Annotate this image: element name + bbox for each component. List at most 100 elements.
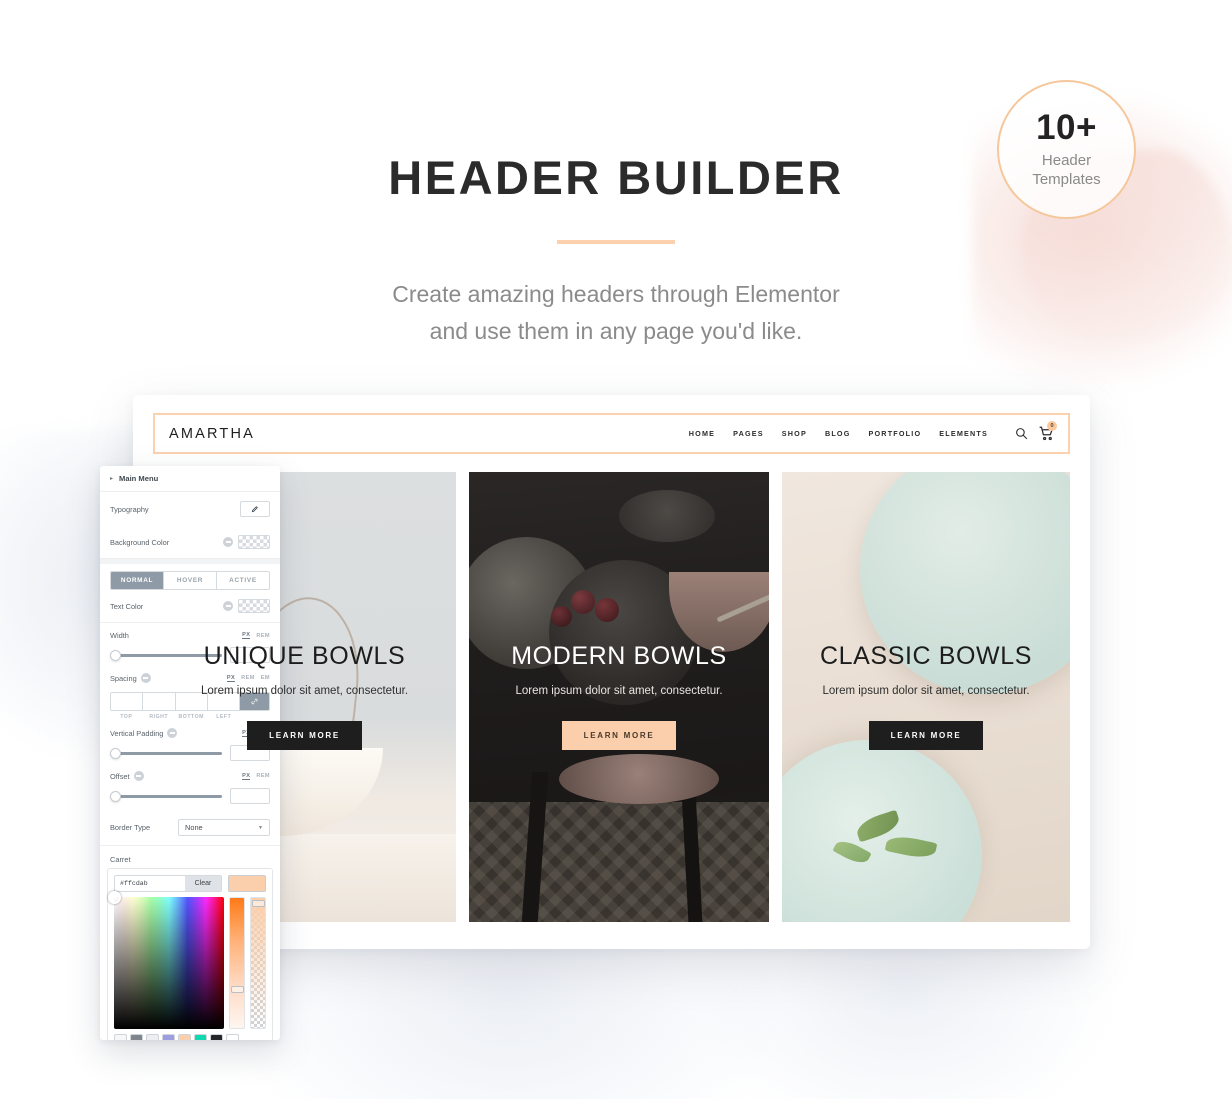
text-color-control-row: Text Color bbox=[100, 590, 280, 623]
cart-icon[interactable]: 0 bbox=[1039, 421, 1057, 441]
background-color-controls bbox=[223, 535, 270, 549]
title-divider bbox=[557, 240, 675, 244]
slide-modern-bowls[interactable]: MODERN BOWLS Lorem ipsum dolor sit amet,… bbox=[469, 472, 769, 922]
slide-1-subtitle: Lorem ipsum dolor sit amet, consectetur. bbox=[200, 685, 409, 697]
nav-item-portfolio[interactable]: PORTFOLIO bbox=[869, 429, 922, 438]
template-count-badge: 10+ Header Templates bbox=[997, 80, 1136, 219]
width-unit-px[interactable]: PX bbox=[242, 632, 251, 639]
preset-swatch-5[interactable] bbox=[178, 1034, 191, 1040]
color-picker-top-row: #ffcdab Clear bbox=[114, 875, 266, 892]
hex-input[interactable]: #ffcdab bbox=[115, 876, 185, 891]
preset-swatch-6[interactable] bbox=[194, 1034, 207, 1040]
tab-normal[interactable]: NORMAL bbox=[111, 572, 163, 589]
typography-edit-button[interactable] bbox=[240, 501, 270, 517]
saturation-cursor[interactable] bbox=[108, 891, 121, 904]
slide-2-title: MODERN BOWLS bbox=[511, 642, 727, 670]
text-color-reset-icon[interactable] bbox=[223, 601, 233, 611]
slide-2-subtitle: Lorem ipsum dolor sit amet, consectetur. bbox=[515, 685, 723, 697]
nav-item-blog[interactable]: BLOG bbox=[825, 429, 851, 438]
width-control-header: Width PX REM bbox=[110, 631, 270, 640]
slide-classic-bowls[interactable]: CLASSIC BOWLS Lorem ipsum dolor sit amet… bbox=[782, 472, 1070, 922]
preset-swatch-7[interactable] bbox=[210, 1034, 223, 1040]
hero-subtitle-line-2: and use them in any page you'd like. bbox=[429, 318, 803, 345]
color-picker: #ffcdab Clear bbox=[107, 868, 273, 1040]
badge-count: 10+ bbox=[1036, 107, 1097, 147]
tab-hover[interactable]: HOVER bbox=[163, 572, 216, 589]
vertical-padding-slider[interactable] bbox=[110, 747, 222, 759]
search-icon[interactable] bbox=[1015, 427, 1028, 440]
background-color-label: Background Color bbox=[110, 537, 170, 547]
slide-3-title: CLASSIC BOWLS bbox=[819, 642, 1033, 670]
slide-3-cta-button[interactable]: LEARN MORE bbox=[868, 721, 984, 750]
panel-section-header[interactable]: ▸ Main Menu bbox=[100, 466, 280, 492]
slide-2-cta-button[interactable]: LEARN MORE bbox=[561, 721, 677, 750]
typography-control-row: Typography bbox=[100, 492, 280, 526]
page-root: HEADER BUILDER Create amazing headers th… bbox=[0, 0, 1232, 1099]
offset-units: PX REM bbox=[242, 773, 270, 780]
spacing-label-top: TOP bbox=[120, 714, 133, 720]
border-type-select[interactable]: None ▼ bbox=[178, 819, 270, 836]
spacing-label-text: Spacing bbox=[110, 673, 137, 683]
offset-slider-knob[interactable] bbox=[110, 790, 121, 802]
hue-slider[interactable] bbox=[229, 897, 245, 1029]
slide-2-berry-3 bbox=[551, 606, 572, 627]
slide-2-berry-2 bbox=[595, 598, 619, 622]
slide-3-caption: CLASSIC BOWLS Lorem ipsum dolor sit amet… bbox=[782, 642, 1070, 750]
offset-value-input[interactable] bbox=[230, 788, 270, 804]
border-type-control-row: Border Type None ▼ bbox=[100, 810, 280, 846]
hex-field-group: #ffcdab Clear bbox=[114, 875, 222, 892]
background-color-swatch[interactable] bbox=[238, 535, 270, 549]
spacing-input-top[interactable] bbox=[111, 693, 143, 710]
background-color-reset-icon[interactable] bbox=[223, 537, 233, 547]
width-unit-rem[interactable]: REM bbox=[256, 633, 270, 639]
width-slider-knob[interactable] bbox=[110, 649, 121, 661]
offset-label-text: Offset bbox=[110, 771, 130, 781]
offset-reset-icon[interactable] bbox=[133, 771, 144, 781]
slide-1-caption: UNIQUE BOWLS Lorem ipsum dolor sit amet,… bbox=[153, 642, 456, 750]
width-units: PX REM bbox=[242, 632, 270, 639]
vertical-padding-slider-knob[interactable] bbox=[110, 747, 121, 759]
offset-unit-rem[interactable]: REM bbox=[256, 773, 270, 779]
background-color-control-row: Background Color bbox=[100, 526, 280, 559]
preset-swatch-2[interactable] bbox=[130, 1034, 143, 1040]
width-label: Width bbox=[110, 631, 129, 640]
preset-swatch-3[interactable] bbox=[146, 1034, 159, 1040]
border-type-label: Border Type bbox=[110, 823, 151, 832]
preset-swatch-4[interactable] bbox=[162, 1034, 175, 1040]
clear-color-button[interactable]: Clear bbox=[185, 876, 221, 891]
panel-section-title: Main Menu bbox=[119, 474, 159, 483]
main-navigation: HOME PAGES SHOP BLOG PORTFOLIO ELEMENTS bbox=[689, 421, 1057, 441]
preset-swatch-1[interactable] bbox=[114, 1034, 127, 1040]
text-color-swatch[interactable] bbox=[238, 599, 270, 613]
chevron-down-icon: ▼ bbox=[258, 824, 263, 831]
preset-swatch-8[interactable] bbox=[226, 1034, 239, 1040]
badge-label-line-2: Templates bbox=[1032, 170, 1101, 188]
spacing-label: Spacing bbox=[110, 673, 151, 683]
carret-section-header: Carret bbox=[100, 846, 280, 868]
site-logo[interactable]: AMARTHA bbox=[169, 426, 255, 442]
panel-state-section: NORMAL HOVER ACTIVE Text Color Width PX … bbox=[100, 559, 280, 1040]
badge-label-line-1: Header bbox=[1041, 151, 1092, 169]
nav-item-pages[interactable]: PAGES bbox=[733, 429, 764, 438]
slide-1-cta-button[interactable]: LEARN MORE bbox=[247, 721, 362, 750]
hue-slider-knob[interactable] bbox=[231, 986, 244, 993]
spacing-reset-icon[interactable] bbox=[140, 673, 151, 683]
slider-area: UNIQUE BOWLS Lorem ipsum dolor sit amet,… bbox=[153, 472, 1070, 922]
nav-item-elements[interactable]: ELEMENTS bbox=[939, 429, 988, 438]
hero-subtitle-line-1: Create amazing headers through Elementor bbox=[392, 281, 840, 307]
border-type-value: None bbox=[185, 823, 203, 832]
offset-slider[interactable] bbox=[110, 790, 222, 802]
alpha-slider[interactable] bbox=[250, 897, 266, 1029]
tab-active[interactable]: ACTIVE bbox=[216, 572, 269, 589]
saturation-value-area[interactable] bbox=[108, 891, 224, 1029]
offset-label: Offset bbox=[110, 771, 144, 781]
color-preview-swatch bbox=[228, 875, 266, 892]
alpha-slider-knob[interactable] bbox=[252, 900, 265, 907]
offset-unit-px[interactable]: PX bbox=[242, 773, 251, 780]
slide-2-bowl-back bbox=[619, 490, 715, 542]
text-color-controls bbox=[223, 599, 270, 613]
slide-2-plate-lower bbox=[559, 754, 719, 804]
nav-item-home[interactable]: HOME bbox=[689, 429, 715, 438]
elementor-settings-panel: ▸ Main Menu Typography Background Color … bbox=[100, 466, 280, 1040]
nav-item-shop[interactable]: SHOP bbox=[782, 429, 807, 438]
